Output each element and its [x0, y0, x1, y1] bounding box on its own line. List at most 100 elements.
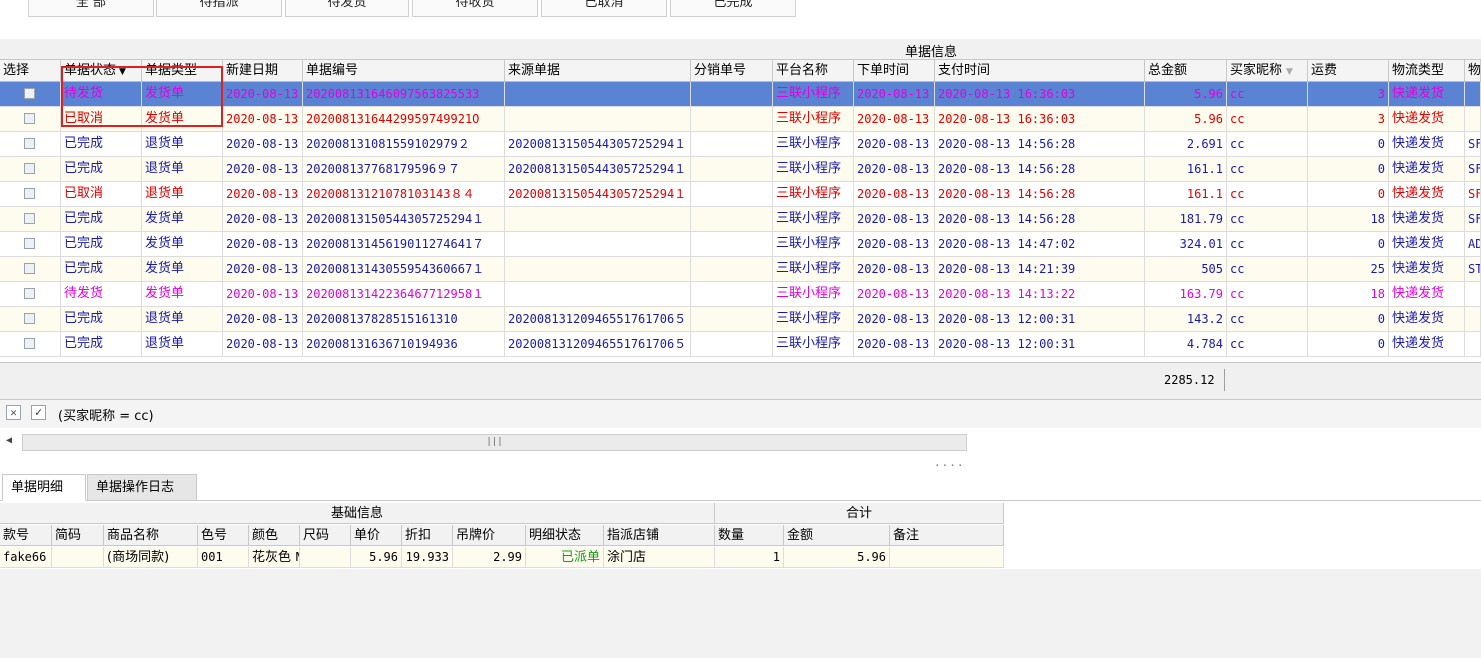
cell-type[interactable]: 退货单: [142, 157, 223, 181]
cell-dist[interactable]: [691, 207, 773, 231]
cell-amount[interactable]: 2.691: [1145, 132, 1227, 156]
cell-extra[interactable]: [1465, 82, 1481, 106]
detail-name[interactable]: (商场同款): [104, 547, 198, 568]
cell-amount[interactable]: 324.01: [1145, 232, 1227, 256]
cell-logistics[interactable]: 快递发货: [1389, 182, 1465, 206]
table-row[interactable]: 已完成 发货单 2020-08-13 20200813143055954360667１…: [0, 257, 1481, 282]
dcol-name[interactable]: 商品名称: [104, 525, 198, 546]
cell-type[interactable]: 发货单: [142, 82, 223, 106]
cell-freight[interactable]: 0: [1308, 232, 1389, 256]
col-created-date[interactable]: 新建日期: [223, 60, 303, 81]
cell-no[interactable]: 202008131636710194936: [303, 332, 505, 356]
dcol-short[interactable]: 简码: [52, 525, 104, 546]
cell-amount[interactable]: 161.1: [1145, 182, 1227, 206]
cell-no[interactable]: 20200813142236467712958１: [303, 282, 505, 306]
cell-logistics[interactable]: 快递发货: [1389, 282, 1465, 306]
detail-price[interactable]: 5.96: [351, 547, 402, 568]
dcol-color[interactable]: 颜色: [249, 525, 300, 546]
col-status[interactable]: 单据状态 ▼: [61, 60, 142, 81]
cell-order-time[interactable]: 2020-08-13: [854, 232, 935, 256]
row-checkbox[interactable]: [24, 188, 35, 199]
col-select[interactable]: 选择: [0, 60, 61, 81]
detail-color-no[interactable]: 001: [198, 547, 249, 568]
cell-logistics[interactable]: 快递发货: [1389, 82, 1465, 106]
cell-platform[interactable]: 三联小程序: [773, 107, 854, 131]
cell-no[interactable]: 202008131081559102979２: [303, 132, 505, 156]
dcol-qty[interactable]: 数量: [715, 525, 784, 546]
row-select-cell[interactable]: [0, 257, 61, 281]
table-row[interactable]: 待发货 发货单 2020-08-13 20200813142236467712958１…: [0, 282, 1481, 307]
row-select-cell[interactable]: [0, 232, 61, 256]
col-dist-no[interactable]: 分销单号: [691, 60, 773, 81]
dcol-size[interactable]: 尺码: [300, 525, 351, 546]
table-row[interactable]: 已取消 发货单 2020-08-13 20200813164429959749921O…: [0, 107, 1481, 132]
row-select-cell[interactable]: [0, 182, 61, 206]
detail-amount[interactable]: 5.96: [784, 547, 890, 568]
cell-date[interactable]: 2020-08-13: [223, 307, 303, 331]
cell-date[interactable]: 2020-08-13: [223, 182, 303, 206]
detail-short[interactable]: [52, 547, 104, 568]
row-select-cell[interactable]: [0, 157, 61, 181]
dcol-status[interactable]: 明细状态: [526, 525, 604, 546]
row-checkbox[interactable]: [24, 313, 35, 324]
scroll-thumb[interactable]: |||: [22, 434, 967, 451]
table-row[interactable]: 已完成 退货单 2020-08-13 202008137828515161310 202…: [0, 307, 1481, 332]
col-freight[interactable]: 运费: [1308, 60, 1389, 81]
cell-pay-time[interactable]: 2020-08-13 14:47:02: [935, 232, 1145, 256]
row-checkbox[interactable]: [24, 238, 35, 249]
cell-status[interactable]: 已完成: [61, 207, 142, 231]
cell-status[interactable]: 已取消: [61, 107, 142, 131]
tab-all[interactable]: 全 部: [28, 0, 154, 17]
table-row[interactable]: 已取消 退货单 2020-08-13 20200813121078103143８４ 20…: [0, 182, 1481, 207]
cell-amount[interactable]: 163.79: [1145, 282, 1227, 306]
table-row[interactable]: 已完成 退货单 2020-08-13 202008131081559102979２ 20…: [0, 132, 1481, 157]
cell-date[interactable]: 2020-08-13: [223, 282, 303, 306]
cell-no[interactable]: 20200813164429959749921O: [303, 107, 505, 131]
row-checkbox[interactable]: [24, 163, 35, 174]
row-checkbox[interactable]: [24, 113, 35, 124]
tab-pending-receive[interactable]: 待收货: [412, 0, 538, 17]
cell-extra[interactable]: [1465, 332, 1481, 356]
cell-order-time[interactable]: 2020-08-13: [854, 182, 935, 206]
col-source-doc[interactable]: 来源单据: [505, 60, 691, 81]
cell-pay-time[interactable]: 2020-08-13 12:00:31: [935, 332, 1145, 356]
cell-platform[interactable]: 三联小程序: [773, 332, 854, 356]
table-row[interactable]: 已完成 退货单 2020-08-13 202008137768179596９７ 2020…: [0, 157, 1481, 182]
table-row[interactable]: 已完成 发货单 2020-08-13 20200813145619011274641７…: [0, 232, 1481, 257]
detail-qty[interactable]: 1: [715, 547, 784, 568]
cell-platform[interactable]: 三联小程序: [773, 182, 854, 206]
row-checkbox[interactable]: [24, 88, 35, 99]
cell-source[interactable]: 20200813150544305725294１: [505, 132, 691, 156]
row-checkbox[interactable]: [24, 263, 35, 274]
dcol-note[interactable]: 备注: [890, 525, 1004, 546]
table-row[interactable]: 待发货 发货单 2020-08-13 20200813164609756382553З…: [0, 82, 1481, 107]
cell-dist[interactable]: [691, 307, 773, 331]
cell-buyer[interactable]: cc: [1227, 332, 1308, 356]
cell-order-time[interactable]: 2020-08-13: [854, 207, 935, 231]
cell-date[interactable]: 2020-08-13: [223, 157, 303, 181]
cell-dist[interactable]: [691, 282, 773, 306]
detail-store[interactable]: 涂门店: [604, 547, 715, 568]
cell-dist[interactable]: [691, 232, 773, 256]
col-order-time[interactable]: 下单时间: [854, 60, 935, 81]
row-select-cell[interactable]: [0, 207, 61, 231]
cell-extra[interactable]: [1465, 107, 1481, 131]
row-checkbox[interactable]: [24, 288, 35, 299]
tab-doc-detail[interactable]: 单据明细: [2, 474, 86, 501]
filter-expression[interactable]: (买家昵称 = cc): [58, 405, 154, 424]
cell-no[interactable]: 20200813121078103143８４: [303, 182, 505, 206]
col-amount[interactable]: 总金额: [1145, 60, 1227, 81]
cell-extra[interactable]: [1465, 307, 1481, 331]
cell-platform[interactable]: 三联小程序: [773, 207, 854, 231]
table-row[interactable]: 已完成 发货单 2020-08-13 20200813150544305725294１…: [0, 207, 1481, 232]
cell-type[interactable]: 发货单: [142, 257, 223, 281]
tab-pending-assign[interactable]: 待指派: [156, 0, 282, 17]
detail-size-cell[interactable]: [300, 547, 351, 568]
cell-date[interactable]: 2020-08-13: [223, 207, 303, 231]
cell-type[interactable]: 退货单: [142, 307, 223, 331]
cell-freight[interactable]: 18: [1308, 207, 1389, 231]
detail-color[interactable]: 花灰色 M: [249, 547, 300, 568]
cell-dist[interactable]: [691, 332, 773, 356]
cell-date[interactable]: 2020-08-13: [223, 107, 303, 131]
cell-status[interactable]: 已完成: [61, 132, 142, 156]
